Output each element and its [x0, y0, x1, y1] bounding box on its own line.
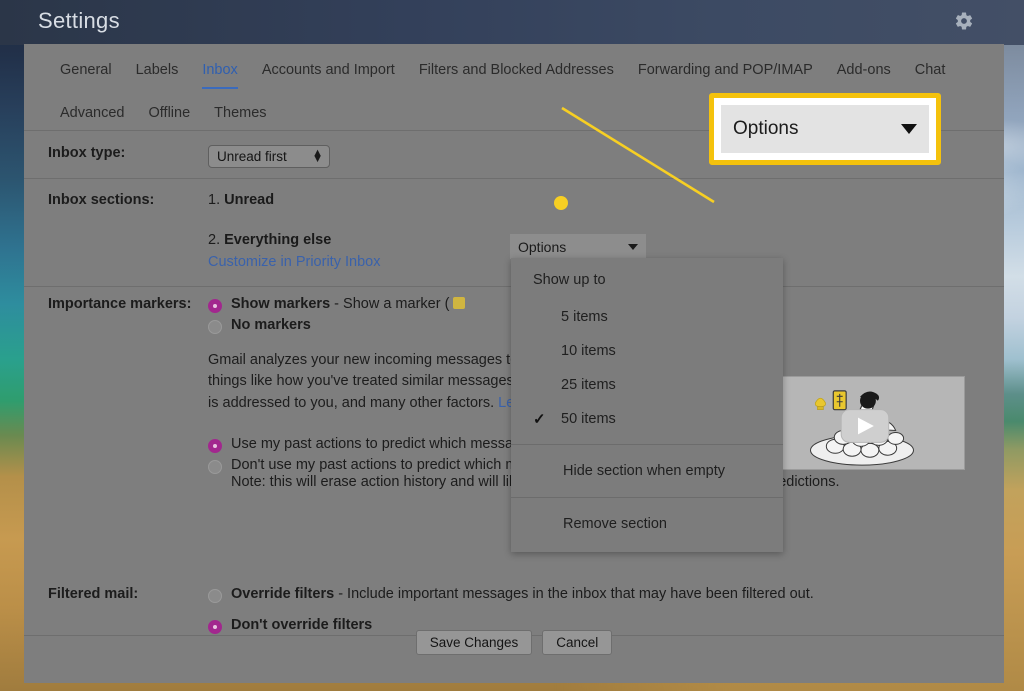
- callout-leader-dot: [554, 196, 568, 210]
- video-illustration: [810, 390, 914, 466]
- options-dropdown-menu: Show up to 5 items 10 items 25 items ✓ 5…: [511, 258, 783, 552]
- options-callout-highlight: Options: [709, 93, 941, 165]
- section-2-number: 2.: [208, 232, 221, 248]
- stepper-icon: ▲ ▼: [312, 146, 323, 165]
- radio-indicator-use-past-actions[interactable]: [208, 439, 222, 454]
- gear-icon[interactable]: [954, 11, 974, 31]
- section-2-label: Everything else: [224, 232, 332, 248]
- tab-offline[interactable]: Offline: [137, 99, 203, 126]
- callout-options-label: Options: [733, 118, 799, 139]
- radio-override-filters[interactable]: Override filters - Include important mes…: [208, 586, 1004, 603]
- show-markers-rest: - Show a marker (: [334, 296, 450, 312]
- tab-chat[interactable]: Chat: [903, 56, 958, 83]
- inbox-type-select[interactable]: Unread first ▲ ▼: [208, 145, 330, 168]
- chevron-down-icon: [628, 243, 638, 250]
- tab-add-ons[interactable]: Add-ons: [825, 56, 903, 83]
- label-inbox-sections: Inbox sections:: [48, 192, 155, 208]
- override-filters-bold: Override filters: [231, 586, 335, 602]
- override-filters-rest: - Include important messages in the inbo…: [338, 586, 814, 602]
- radio-label-override-filters: Override filters - Include important mes…: [231, 586, 814, 602]
- video-thumbnail[interactable]: [760, 376, 965, 470]
- radio-indicator-show-markers[interactable]: [208, 299, 222, 313]
- menu-item-label: 25 items: [561, 377, 616, 393]
- menu-item-label: 10 items: [561, 343, 616, 359]
- tab-row-primary: General Labels Inbox Accounts and Import…: [48, 56, 978, 89]
- tab-labels[interactable]: Labels: [124, 56, 191, 83]
- show-markers-bold: Show markers: [231, 296, 331, 312]
- menu-item-hide-section-when-empty[interactable]: Hide section when empty: [511, 453, 783, 489]
- checkmark-icon: ✓: [533, 411, 546, 428]
- options-button-label: Options: [518, 238, 567, 255]
- label-inbox-type: Inbox type:: [48, 145, 126, 161]
- tab-advanced[interactable]: Advanced: [48, 99, 137, 126]
- menu-separator-2: [511, 497, 783, 498]
- tab-inbox[interactable]: Inbox: [190, 56, 249, 89]
- section-1-number: 1.: [208, 192, 221, 208]
- tab-accounts-and-import[interactable]: Accounts and Import: [250, 56, 407, 83]
- menu-item-label: 5 items: [561, 309, 608, 325]
- menu-separator-1: [511, 444, 783, 445]
- radio-indicator-dont-use-past-actions[interactable]: [208, 460, 222, 475]
- menu-item-25-items[interactable]: 25 items: [511, 368, 783, 402]
- options-button[interactable]: Options: [510, 234, 646, 259]
- tab-filters-and-blocked-addresses[interactable]: Filters and Blocked Addresses: [407, 56, 626, 83]
- menu-header-show-up-to: Show up to: [533, 272, 606, 288]
- callout-options-button[interactable]: Options: [721, 105, 929, 153]
- customize-priority-inbox-link[interactable]: Customize in Priority Inbox: [208, 254, 380, 270]
- menu-item-50-items[interactable]: ✓ 50 items: [511, 402, 783, 436]
- menu-item-5-items[interactable]: 5 items: [511, 300, 783, 334]
- menu-item-label: 50 items: [561, 411, 616, 427]
- menu-item-remove-section[interactable]: Remove section: [511, 506, 783, 542]
- screenshot-root: Settings General Labels Inbox Accounts a…: [0, 0, 1024, 691]
- chevron-down-icon: [901, 124, 917, 134]
- tab-themes[interactable]: Themes: [202, 99, 278, 126]
- importance-marker-icon: [453, 297, 466, 309]
- menu-item-10-items[interactable]: 10 items: [511, 334, 783, 368]
- cancel-button[interactable]: Cancel: [542, 630, 613, 655]
- form-actions: Save Changes Cancel: [24, 630, 1004, 655]
- page-title: Settings: [38, 8, 120, 33]
- radio-label-no-markers: No markers: [231, 317, 311, 333]
- tab-general[interactable]: General: [48, 56, 124, 83]
- play-button-icon: [840, 409, 890, 443]
- radio-label-show-markers: Show markers - Show a marker (: [231, 296, 466, 312]
- label-importance-markers: Importance markers:: [48, 296, 192, 312]
- save-changes-button[interactable]: Save Changes: [415, 630, 533, 655]
- radio-indicator-override-filters[interactable]: [208, 589, 222, 603]
- tab-forwarding-and-pop-imap[interactable]: Forwarding and POP/IMAP: [626, 56, 825, 83]
- radio-indicator-no-markers[interactable]: [208, 320, 222, 334]
- title-bar: Settings: [0, 0, 1024, 45]
- inbox-type-value: Unread first: [217, 149, 287, 164]
- section-1-label: Unread: [224, 192, 275, 208]
